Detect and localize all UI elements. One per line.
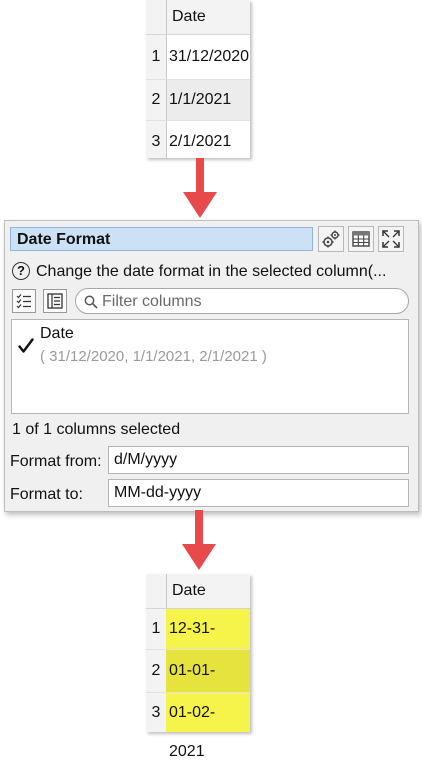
checklist-icon — [16, 294, 31, 309]
help-row: ? Change the date format in the selected… — [12, 261, 412, 283]
row-index: 1 — [146, 35, 167, 79]
date-cell[interactable]: 12-31-2020 — [166, 609, 250, 677]
output-table: Date 1 12-31-2020 2 01-01-2021 3 01-02-2… — [146, 574, 250, 760]
date-format-dialog: Date Format ? Change the date format in … — [4, 220, 419, 512]
format-from-label: Format from: — [10, 453, 102, 470]
format-to-label: Format to: — [10, 486, 83, 503]
table-row[interactable]: 3 01-02-2021 — [146, 693, 250, 760]
corner-cell — [146, 0, 167, 34]
row-index: 2 — [146, 650, 167, 692]
column-list: Date ( 31/12/2020, 1/1/2021, 2/1/2021 ) — [11, 319, 409, 414]
down-arrow-icon — [182, 510, 216, 570]
column-name[interactable]: Date — [40, 325, 74, 343]
table-row[interactable]: 1 12-31-2020 — [146, 609, 250, 677]
expand-icon — [382, 230, 400, 248]
filter-columns-input[interactable] — [100, 291, 394, 313]
gears-icon — [322, 230, 340, 248]
row-index: 3 — [146, 693, 167, 732]
table-row[interactable]: 2 1/1/2021 — [146, 80, 250, 121]
input-table: Date 1 31/12/2020 2 1/1/2021 3 2/1/2021 — [146, 0, 250, 158]
select-all-button[interactable] — [12, 289, 36, 313]
selected-count: 1 of 1 columns selected — [12, 421, 181, 438]
column-header-date[interactable]: Date — [172, 582, 206, 600]
format-to-field[interactable]: MM-dd-yyyy — [108, 479, 409, 507]
list-icon — [47, 293, 63, 309]
format-from-field[interactable]: d/M/yyyy — [108, 446, 409, 474]
date-cell[interactable]: 2/1/2021 — [166, 121, 250, 158]
filter-box — [75, 288, 409, 314]
checkbox-checked-icon[interactable] — [18, 338, 34, 354]
column-header-date[interactable]: Date — [172, 8, 206, 26]
help-icon[interactable]: ? — [12, 262, 30, 280]
table-row[interactable]: 2 01-01-2021 — [146, 650, 250, 721]
table-header: Date — [146, 0, 250, 35]
date-cell[interactable]: 1/1/2021 — [166, 80, 250, 120]
date-cell[interactable]: 31/12/2020 — [166, 35, 250, 79]
maximize-button[interactable] — [378, 226, 404, 252]
help-text: Change the date format in the selected c… — [36, 263, 387, 280]
column-sample-values: ( 31/12/2020, 1/1/2021, 2/1/2021 ) — [40, 348, 267, 365]
search-icon — [84, 295, 98, 309]
table-row[interactable]: 1 31/12/2020 — [146, 35, 250, 80]
settings-button[interactable] — [318, 226, 344, 252]
row-index: 2 — [146, 80, 167, 120]
table-row[interactable]: 3 2/1/2021 — [146, 121, 250, 158]
date-cell[interactable]: 01-02-2021 — [166, 693, 250, 760]
date-cell[interactable]: 01-01-2021 — [166, 650, 250, 721]
down-arrow-icon — [183, 158, 217, 218]
row-index: 3 — [146, 121, 167, 158]
table-header: Date — [146, 574, 250, 609]
deselect-all-button[interactable] — [43, 289, 67, 313]
dialog-title[interactable]: Date Format — [10, 227, 313, 251]
preview-table-button[interactable] — [348, 226, 374, 252]
table-icon — [352, 231, 370, 247]
row-index: 1 — [146, 609, 167, 649]
corner-cell — [146, 574, 167, 608]
